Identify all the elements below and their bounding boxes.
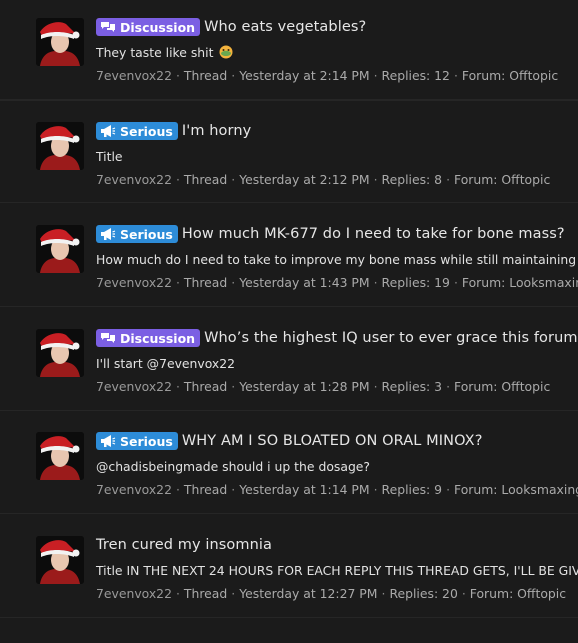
- thread-title-line: Discussion Who’s the highest IQ user to …: [96, 327, 578, 349]
- forum-link[interactable]: Forum: Looksmaxing Que: [462, 275, 578, 290]
- megaphone-icon: [101, 228, 116, 240]
- avatar[interactable]: [36, 329, 84, 377]
- thread-title[interactable]: How much MK-677 do I need to take for bo…: [182, 226, 565, 242]
- author-link[interactable]: 7evenvox22: [96, 275, 172, 290]
- thread-time[interactable]: Yesterday at 2:14 PM: [239, 68, 369, 83]
- thread-title[interactable]: I'm horny: [182, 123, 251, 139]
- avatar[interactable]: [36, 536, 84, 584]
- prefix-badge-serious[interactable]: Serious: [96, 432, 178, 450]
- reply-count: Replies: 20: [389, 586, 458, 601]
- forum-link[interactable]: Forum: Offtopic: [454, 172, 550, 187]
- thread-meta: 7evenvox22 · Thread · Yesterday at 12:27 PM ·…: [96, 586, 567, 601]
- thread-snippet: I'll start @7evenvox22: [96, 356, 236, 371]
- thread-meta: 7evenvox22 · Thread · Yesterday at 2:14 PM · R…: [96, 68, 559, 83]
- thread-row[interactable]: Serious WHY AM I SO BLOATED ON ORAL MINO…: [0, 411, 578, 514]
- content-type: Thread: [183, 275, 228, 290]
- thread-snippet: They taste like shit: [96, 45, 578, 60]
- reply-count: Replies: 8: [381, 172, 443, 187]
- content-type: Thread: [183, 172, 228, 187]
- nauseated-face-emoji-icon: [219, 45, 233, 59]
- thread-meta: 7evenvox22 · Thread · Yesterday at 1:43 PM · R…: [96, 275, 578, 290]
- thread-row[interactable]: Serious I'm horny Title 7evenvox22 · Threa…: [0, 100, 578, 203]
- author-link[interactable]: 7evenvox22: [96, 586, 172, 601]
- thread-title-line: Serious I'm horny: [96, 120, 578, 142]
- thread-meta: 7evenvox22 · Thread · Yesterday at 2:12 PM · R…: [96, 172, 551, 187]
- thread-time[interactable]: Yesterday at 2:12 PM: [239, 172, 369, 187]
- thread-title[interactable]: Who eats vegetables?: [204, 19, 366, 35]
- chat-bubbles-icon: [101, 333, 115, 343]
- thread-time[interactable]: Yesterday at 1:43 PM: [239, 275, 369, 290]
- thread-title[interactable]: Tren cured my insomnia: [96, 537, 272, 553]
- avatar[interactable]: [36, 225, 84, 273]
- reply-count: Replies: 19: [381, 275, 450, 290]
- reply-count: Replies: 12: [381, 68, 450, 83]
- forum-link[interactable]: Forum: Offtopic: [454, 379, 550, 394]
- content-type: Thread: [183, 586, 228, 601]
- thread-meta: 7evenvox22 · Thread · Yesterday at 1:14 PM · R…: [96, 482, 578, 497]
- thread-title[interactable]: WHY AM I SO BLOATED ON ORAL MINOX?: [182, 433, 483, 449]
- author-link[interactable]: 7evenvox22: [96, 482, 172, 497]
- prefix-badge-discussion[interactable]: Discussion: [96, 18, 201, 36]
- thread-row[interactable]: Tren cured my insomnia Title IN THE NEXT…: [0, 515, 578, 618]
- megaphone-icon: [101, 125, 116, 137]
- author-link[interactable]: 7evenvox22: [96, 379, 172, 394]
- prefix-badge-discussion[interactable]: Discussion: [96, 329, 201, 347]
- author-link[interactable]: 7evenvox22: [96, 172, 172, 187]
- content-type: Thread: [183, 68, 228, 83]
- chat-bubbles-icon: [101, 22, 115, 32]
- thread-title-line: Serious How much MK-677 do I need to tak…: [96, 223, 578, 245]
- prefix-badge-serious[interactable]: Serious: [96, 122, 178, 140]
- thread-time[interactable]: Yesterday at 1:28 PM: [239, 379, 369, 394]
- thread-snippet: Title: [96, 149, 123, 164]
- forum-link[interactable]: Forum: Offtopic: [462, 68, 558, 83]
- avatar[interactable]: [36, 122, 84, 170]
- thread-time[interactable]: Yesterday at 1:14 PM: [239, 482, 369, 497]
- forum-link[interactable]: Forum: Offtopic: [470, 586, 566, 601]
- reply-count: Replies: 3: [381, 379, 443, 394]
- thread-snippet: How much do I need to take to improve my…: [96, 252, 578, 267]
- reply-count: Replies: 9: [381, 482, 443, 497]
- megaphone-icon: [101, 435, 116, 447]
- thread-snippet: Title IN THE NEXT 24 HOURS FOR EACH REPL…: [96, 563, 578, 578]
- prefix-badge-serious[interactable]: Serious: [96, 225, 178, 243]
- thread-title[interactable]: Who’s the highest IQ user to ever grace …: [204, 330, 578, 346]
- thread-row[interactable]: Serious How much MK-677 do I need to tak…: [0, 204, 578, 307]
- avatar[interactable]: [36, 18, 84, 66]
- content-type: Thread: [183, 482, 228, 497]
- author-link[interactable]: 7evenvox22: [96, 68, 172, 83]
- thread-row[interactable]: Discussion Who eats vegetables? They tas…: [0, 0, 578, 100]
- thread-snippet: @chadisbeingmade should i up the dosage?: [96, 459, 371, 474]
- thread-time[interactable]: Yesterday at 12:27 PM: [239, 586, 377, 601]
- thread-title-line: Tren cured my insomnia: [96, 534, 578, 556]
- thread-row[interactable]: Discussion Who’s the highest IQ user to …: [0, 308, 578, 411]
- thread-meta: 7evenvox22 · Thread · Yesterday at 1:28 PM · R…: [96, 379, 551, 394]
- content-type: Thread: [183, 379, 228, 394]
- thread-title-line: Discussion Who eats vegetables?: [96, 16, 578, 38]
- forum-link[interactable]: Forum: Looksmaxing Que: [454, 482, 578, 497]
- thread-title-line: Serious WHY AM I SO BLOATED ON ORAL MINO…: [96, 430, 578, 452]
- avatar[interactable]: [36, 432, 84, 480]
- thread-list: Discussion Who eats vegetables? They tas…: [0, 0, 578, 643]
